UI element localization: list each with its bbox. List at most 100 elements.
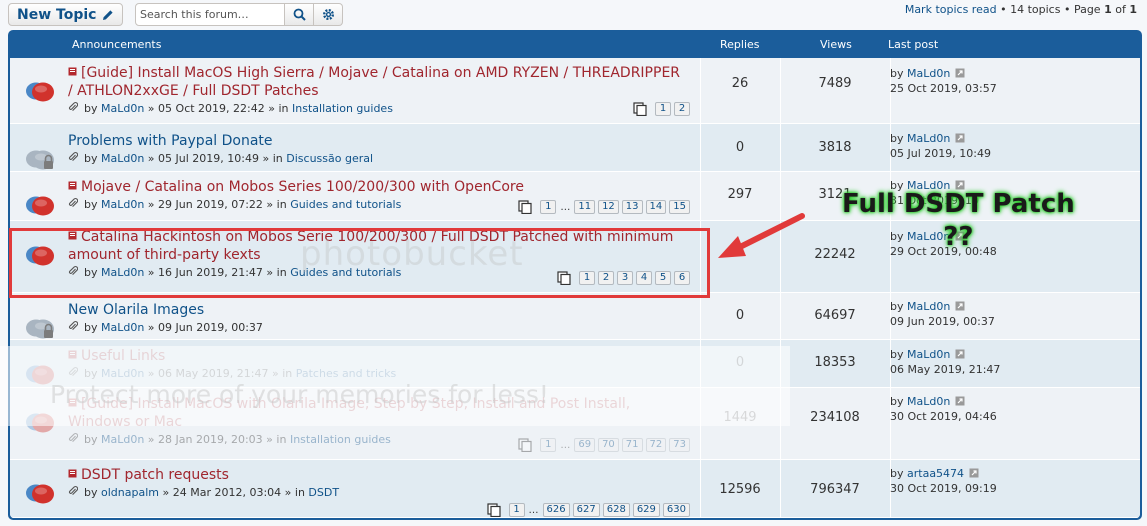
page-link[interactable]: 70 bbox=[598, 438, 619, 452]
page-link[interactable]: 1 bbox=[655, 102, 671, 116]
last-post-author-link[interactable]: MaLd0n bbox=[907, 348, 950, 361]
search-icon bbox=[293, 8, 306, 21]
gear-icon bbox=[322, 8, 334, 21]
topic-date: 24 Mar 2012, 03:04 bbox=[172, 486, 282, 499]
goto-last-post-icon[interactable] bbox=[955, 396, 965, 406]
topic-title-link[interactable]: DSDT patch requests bbox=[81, 467, 229, 483]
topic-meta: by MaLd0n » 09 Jun 2019, 00:37 bbox=[68, 321, 688, 334]
page-link[interactable]: 69 bbox=[574, 438, 596, 452]
page-link[interactable]: 2 bbox=[674, 102, 690, 116]
topic-replies: 26 bbox=[731, 76, 749, 91]
topic-forum-link[interactable]: Installation guides bbox=[292, 102, 393, 115]
goto-last-post-icon[interactable] bbox=[955, 349, 965, 359]
page-link[interactable]: 629 bbox=[632, 503, 660, 517]
page-link[interactable]: 2 bbox=[598, 271, 614, 285]
pages-icon bbox=[518, 438, 532, 452]
by-label: by bbox=[84, 266, 98, 279]
last-post-author-link[interactable]: MaLd0n bbox=[907, 67, 950, 80]
last-post-by-label: by bbox=[890, 395, 904, 408]
announcement-icon bbox=[68, 67, 77, 76]
page-link[interactable]: 5 bbox=[655, 271, 671, 285]
page-current: 1 bbox=[1104, 3, 1112, 16]
topic-author-link[interactable]: MaLd0n bbox=[101, 152, 144, 165]
topic-forum-link[interactable]: Discussão geral bbox=[286, 152, 373, 165]
new-topic-label: New Topic bbox=[17, 6, 97, 23]
page-link[interactable]: 12 bbox=[598, 200, 619, 214]
page-link[interactable]: 4 bbox=[636, 271, 652, 285]
search-box bbox=[135, 3, 343, 26]
page-link[interactable]: 1 bbox=[579, 271, 595, 285]
goto-last-post-icon[interactable] bbox=[955, 68, 965, 78]
goto-last-post-icon[interactable] bbox=[955, 301, 965, 311]
topic-status-icon bbox=[24, 78, 56, 104]
search-button[interactable] bbox=[285, 3, 314, 26]
topic-author-link[interactable]: oldnapalm bbox=[101, 486, 159, 499]
in-label: in bbox=[278, 102, 289, 115]
page-link[interactable]: 11 bbox=[574, 200, 596, 214]
topic-date: 16 Jun 2019, 21:47 bbox=[158, 266, 263, 279]
topic-date: 05 Oct 2019, 22:42 bbox=[158, 102, 265, 115]
forum-toolbar: New Topic Mark topics read • 14 topics •… bbox=[0, 0, 1147, 30]
topic-author-link[interactable]: MaLd0n bbox=[101, 266, 144, 279]
in-label: in bbox=[276, 433, 287, 446]
page-link[interactable]: 72 bbox=[645, 438, 667, 452]
page-link[interactable]: 628 bbox=[602, 503, 630, 517]
topic-row: [Guide] Install MacOS High Sierra / Moja… bbox=[10, 58, 1140, 124]
page-link[interactable]: 71 bbox=[621, 438, 643, 452]
last-post-author-link[interactable]: artaa5474 bbox=[907, 467, 964, 480]
topic-title-block: DSDT patch requests by oldnapalm » 24 Mar… bbox=[68, 466, 688, 499]
topic-meta: by oldnapalm » 24 Mar 2012, 03:04 » in D… bbox=[68, 486, 688, 499]
topic-title-link[interactable]: Mojave / Catalina on Mobos Series 100/20… bbox=[81, 179, 524, 195]
page-link[interactable]: 15 bbox=[669, 200, 690, 214]
topic-main: Problems with Paypal Donate by MaLd0n » 0… bbox=[10, 124, 700, 171]
topic-forum-link[interactable]: Installation guides bbox=[290, 433, 391, 446]
topic-author-link[interactable]: MaLd0n bbox=[101, 198, 144, 211]
page-link[interactable]: 6 bbox=[674, 271, 690, 285]
topic-author-link[interactable]: MaLd0n bbox=[101, 102, 144, 115]
topic-forum-link[interactable]: Guides and tutorials bbox=[290, 198, 401, 211]
new-topic-button[interactable]: New Topic bbox=[8, 3, 124, 26]
last-post-author-link[interactable]: MaLd0n bbox=[907, 132, 950, 145]
mark-topics-read-link[interactable]: Mark topics read bbox=[905, 3, 997, 16]
topic-title-link[interactable]: New Olarila Images bbox=[68, 302, 204, 318]
page-link[interactable]: 3 bbox=[617, 271, 633, 285]
pages-icon bbox=[518, 200, 532, 214]
pages-icon bbox=[557, 271, 571, 285]
last-post-date: 30 Oct 2019, 09:19 bbox=[890, 482, 997, 495]
search-input[interactable] bbox=[135, 3, 285, 26]
last-post-author-link[interactable]: MaLd0n bbox=[907, 300, 950, 313]
header-last-post: Last post bbox=[888, 38, 939, 51]
goto-last-post-icon[interactable] bbox=[955, 133, 965, 143]
topic-rows: [Guide] Install MacOS High Sierra / Moja… bbox=[10, 58, 1140, 518]
goto-last-post-icon[interactable] bbox=[969, 468, 979, 478]
topic-forum-link[interactable]: DSDT bbox=[308, 486, 339, 499]
in-label: in bbox=[276, 266, 287, 279]
topic-author-link[interactable]: MaLd0n bbox=[101, 321, 144, 334]
page-link[interactable]: 1 bbox=[540, 438, 557, 452]
last-post-date: 30 Oct 2019, 04:46 bbox=[890, 410, 997, 423]
page-link[interactable]: 627 bbox=[572, 503, 600, 517]
advanced-search-button[interactable] bbox=[314, 3, 343, 26]
page-link[interactable]: 13 bbox=[621, 200, 643, 214]
topic-author-link[interactable]: MaLd0n bbox=[101, 433, 144, 446]
page-link[interactable]: 14 bbox=[645, 200, 667, 214]
pagination: 123456 bbox=[557, 271, 690, 285]
topic-title-link[interactable]: [Guide] Install MacOS High Sierra / Moja… bbox=[68, 65, 680, 99]
pagination-summary: Mark topics read • 14 topics • Page 1 of… bbox=[904, 3, 1137, 16]
page-link[interactable]: 1 bbox=[508, 503, 525, 517]
page-link[interactable]: 630 bbox=[662, 503, 690, 517]
page-link[interactable]: 73 bbox=[669, 438, 690, 452]
topic-row: DSDT patch requests by oldnapalm » 24 Mar… bbox=[10, 460, 1140, 518]
last-post-author-link[interactable]: MaLd0n bbox=[907, 395, 950, 408]
page-link[interactable]: 1 bbox=[540, 200, 557, 214]
pages-icon bbox=[486, 503, 501, 517]
topic-status-icon bbox=[24, 146, 56, 172]
last-post-date: 25 Oct 2019, 03:57 bbox=[890, 82, 997, 95]
topic-row: New Olarila Images by MaLd0n » 09 Jun 201… bbox=[10, 293, 1140, 340]
topic-date: 29 Jun 2019, 07:22 bbox=[158, 198, 263, 211]
topic-title-link[interactable]: Problems with Paypal Donate bbox=[68, 133, 273, 149]
topic-views: 18353 bbox=[814, 355, 856, 370]
by-label: by bbox=[84, 486, 98, 499]
page-link[interactable]: 626 bbox=[542, 503, 570, 517]
topic-meta: by MaLd0n » 05 Jul 2019, 10:49 » in Disc… bbox=[68, 152, 688, 165]
